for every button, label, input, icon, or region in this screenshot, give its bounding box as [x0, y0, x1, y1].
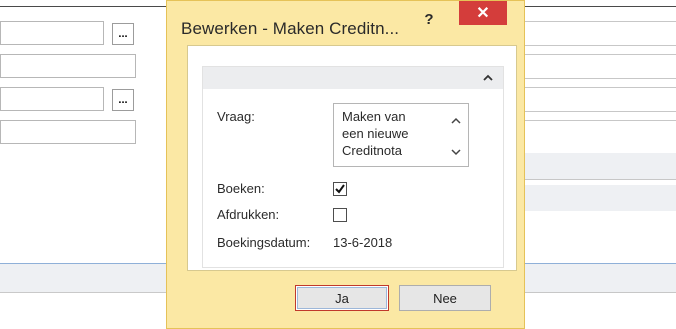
chevron-up-icon[interactable] — [450, 114, 462, 126]
background-lookup-button-2[interactable]: ... — [112, 89, 134, 111]
background-grid-line — [520, 54, 676, 55]
background-lookup-field-2[interactable] — [0, 87, 104, 111]
background-line-left — [0, 292, 166, 293]
dialog-title: Bewerken - Maken Creditn... — [181, 19, 400, 38]
background-band-right-3 — [520, 264, 676, 292]
boeken-checkbox[interactable] — [333, 182, 347, 196]
background-text-field-2[interactable] — [0, 120, 136, 144]
background-grid-line — [520, 87, 676, 88]
chevron-down-icon[interactable] — [450, 146, 462, 158]
background-text-field-1[interactable] — [0, 54, 136, 78]
close-button[interactable]: ✕ — [459, 1, 507, 25]
vraag-textbox[interactable]: Maken van een nieuwe Creditnota — [333, 103, 469, 167]
vraag-value: Maken van een nieuwe Creditnota — [342, 109, 409, 158]
background-grid-line — [520, 78, 676, 79]
boekingsdatum-label: Boekingsdatum: — [217, 235, 311, 250]
afdrukken-label: Afdrukken: — [217, 207, 280, 222]
yes-button[interactable]: Ja — [295, 285, 389, 311]
background-grid-line — [520, 292, 676, 293]
close-icon: ✕ — [476, 5, 490, 22]
background-band-right-1 — [520, 153, 676, 179]
background-lookup-field-1[interactable] — [0, 21, 104, 45]
background-grid-line — [520, 111, 676, 112]
boekingsdatum-value: 13-6-2018 — [333, 235, 393, 250]
background-grid-line — [520, 45, 676, 46]
group-header — [203, 67, 503, 89]
background-band-right-2 — [520, 185, 676, 211]
fields-group: Vraag: Maken van een nieuwe Creditnota B… — [202, 66, 504, 268]
checkmark-icon — [335, 184, 345, 194]
boeken-label: Boeken: — [217, 181, 265, 196]
help-button[interactable]: ? — [413, 7, 445, 31]
help-icon: ? — [424, 10, 434, 28]
dialog-content-panel: Vraag: Maken van een nieuwe Creditnota B… — [187, 45, 517, 271]
background-grid-line — [520, 120, 676, 121]
afdrukken-checkbox[interactable] — [333, 208, 347, 222]
background-grid-line — [520, 179, 676, 180]
chevron-up-icon[interactable] — [481, 71, 495, 85]
background-grid-line — [520, 21, 676, 22]
vraag-label: Vraag: — [217, 109, 255, 124]
no-button[interactable]: Nee — [399, 285, 491, 311]
background-lookup-button-1[interactable]: ... — [112, 23, 134, 45]
dialog-window: Bewerken - Maken Creditn... ? ✕ Vraag: M… — [166, 0, 525, 329]
background-band-left — [0, 264, 166, 292]
